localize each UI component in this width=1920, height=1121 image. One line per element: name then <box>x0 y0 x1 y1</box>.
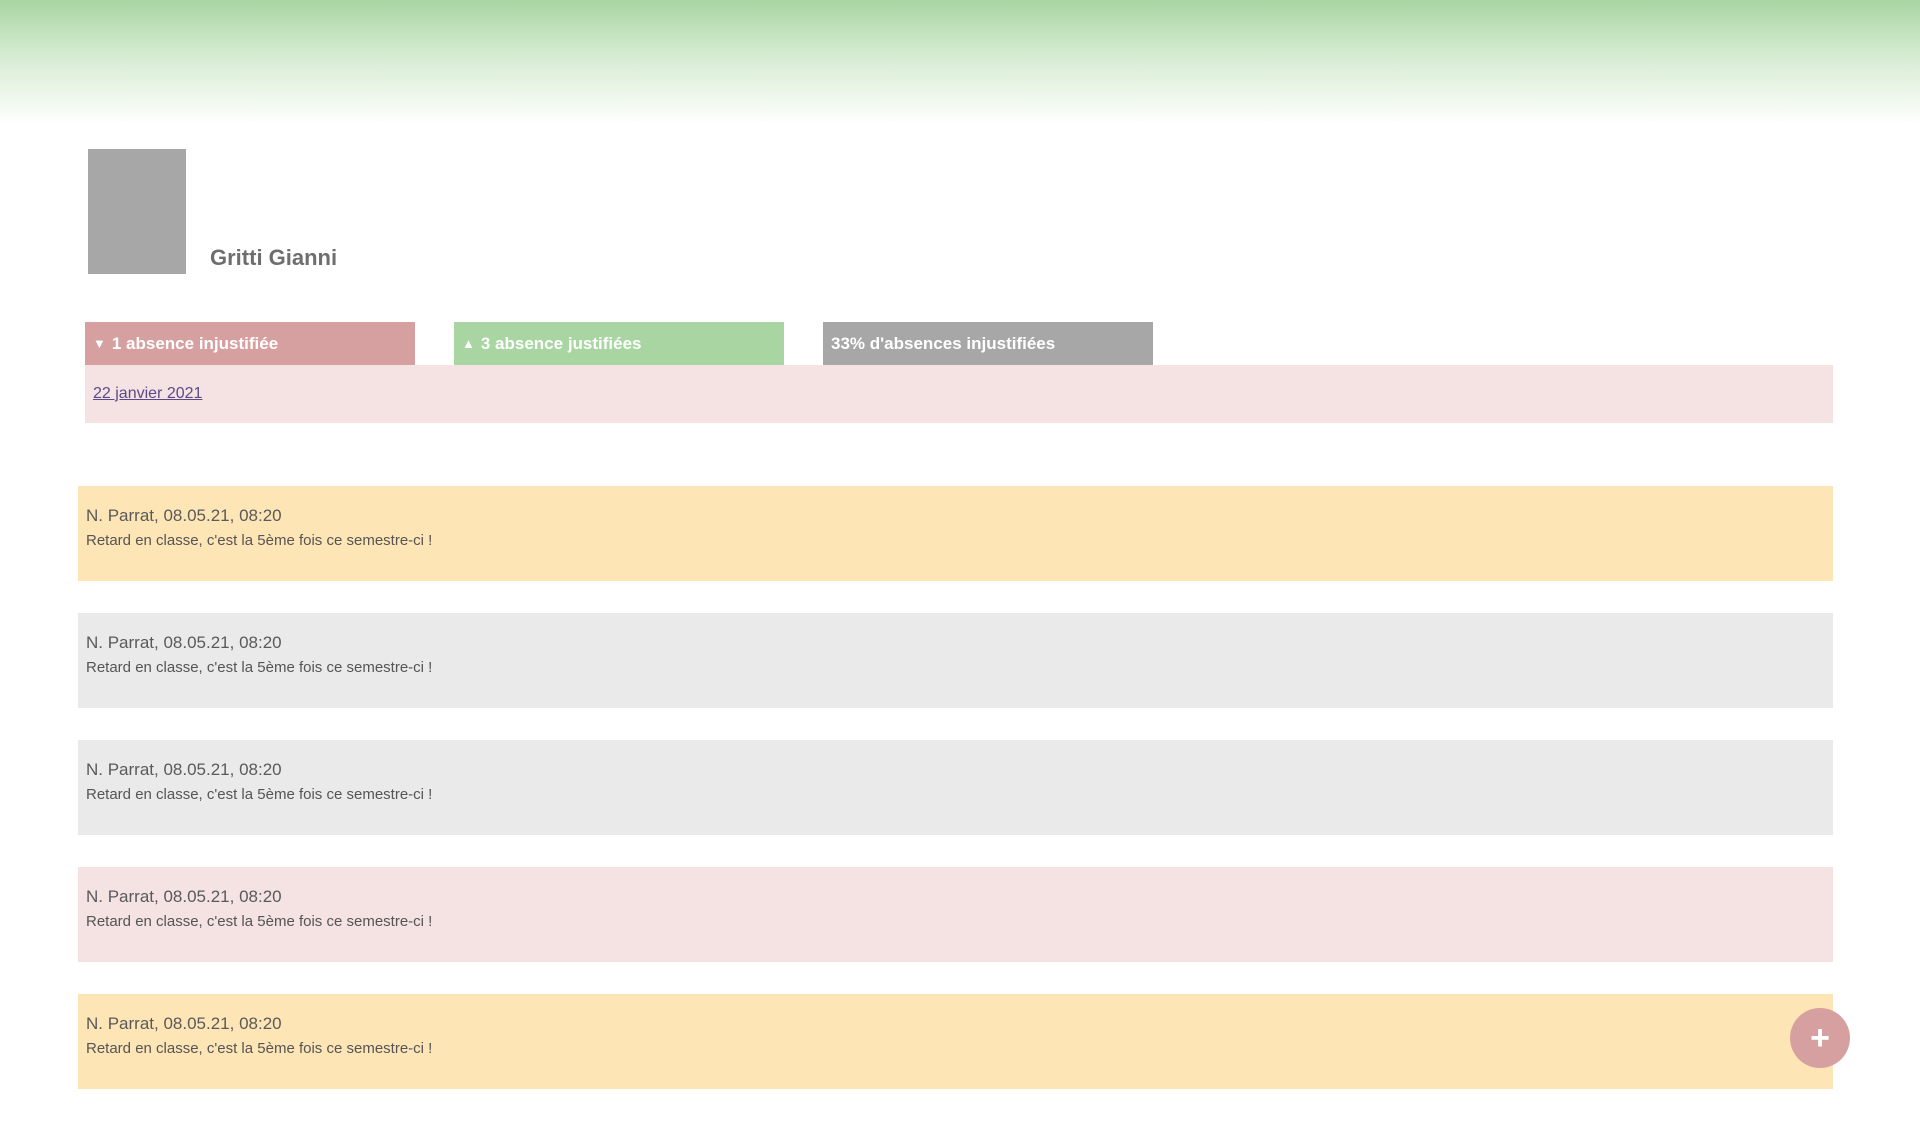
unjustified-absences-panel: 22 janvier 2021 <box>85 365 1833 423</box>
triangle-up-icon: ▲ <box>462 336 475 351</box>
top-gradient-banner <box>0 0 1920 125</box>
tab-justified-label: 3 absence justifiées <box>480 333 642 353</box>
tab-unjustified-absences[interactable]: ▼ 1 absence injustifiée <box>85 322 415 365</box>
note-text: Retard en classe, c'est la 5ème fois ce … <box>86 913 433 930</box>
note-author-date: N. Parrat, 08.05.21, 08:20 <box>86 887 282 906</box>
note-card[interactable]: N. Parrat, 08.05.21, 08:20 Retard en cla… <box>78 740 1833 835</box>
plus-icon: + <box>1810 1019 1830 1057</box>
student-name: Gritti Gianni <box>210 245 338 270</box>
student-photo <box>88 149 186 274</box>
student-header: Gritti Gianni <box>88 149 337 274</box>
note-author-date: N. Parrat, 08.05.21, 08:20 <box>86 1014 282 1033</box>
unjustified-rate-label: 33% d'absences injustifiées <box>831 333 1056 353</box>
note-text: Retard en classe, c'est la 5ème fois ce … <box>86 1040 433 1057</box>
tab-unjustified-label: 1 absence injustifiée <box>111 333 279 353</box>
triangle-down-icon: ▼ <box>93 336 106 351</box>
add-note-button[interactable]: + <box>1790 1008 1850 1068</box>
absence-date-link[interactable]: 22 janvier 2021 <box>93 385 202 403</box>
note-card[interactable]: N. Parrat, 08.05.21, 08:20 Retard en cla… <box>78 994 1833 1089</box>
note-card[interactable]: N. Parrat, 08.05.21, 08:20 Retard en cla… <box>78 867 1833 962</box>
unjustified-rate-badge: 33% d'absences injustifiées <box>823 322 1153 365</box>
note-text: Retard en classe, c'est la 5ème fois ce … <box>86 786 433 803</box>
notes-list: N. Parrat, 08.05.21, 08:20 Retard en cla… <box>78 486 1833 1121</box>
note-author-date: N. Parrat, 08.05.21, 08:20 <box>86 506 282 525</box>
note-card[interactable]: N. Parrat, 08.05.21, 08:20 Retard en cla… <box>78 486 1833 581</box>
tab-justified-absences[interactable]: ▲ 3 absence justifiées <box>454 322 784 365</box>
note-author-date: N. Parrat, 08.05.21, 08:20 <box>86 633 282 652</box>
note-author-date: N. Parrat, 08.05.21, 08:20 <box>86 760 282 779</box>
note-card[interactable]: N. Parrat, 08.05.21, 08:20 Retard en cla… <box>78 613 1833 708</box>
note-text: Retard en classe, c'est la 5ème fois ce … <box>86 532 433 549</box>
absence-tabs: ▼ 1 absence injustifiée ▲ 3 absence just… <box>85 322 1192 365</box>
note-text: Retard en classe, c'est la 5ème fois ce … <box>86 659 433 676</box>
